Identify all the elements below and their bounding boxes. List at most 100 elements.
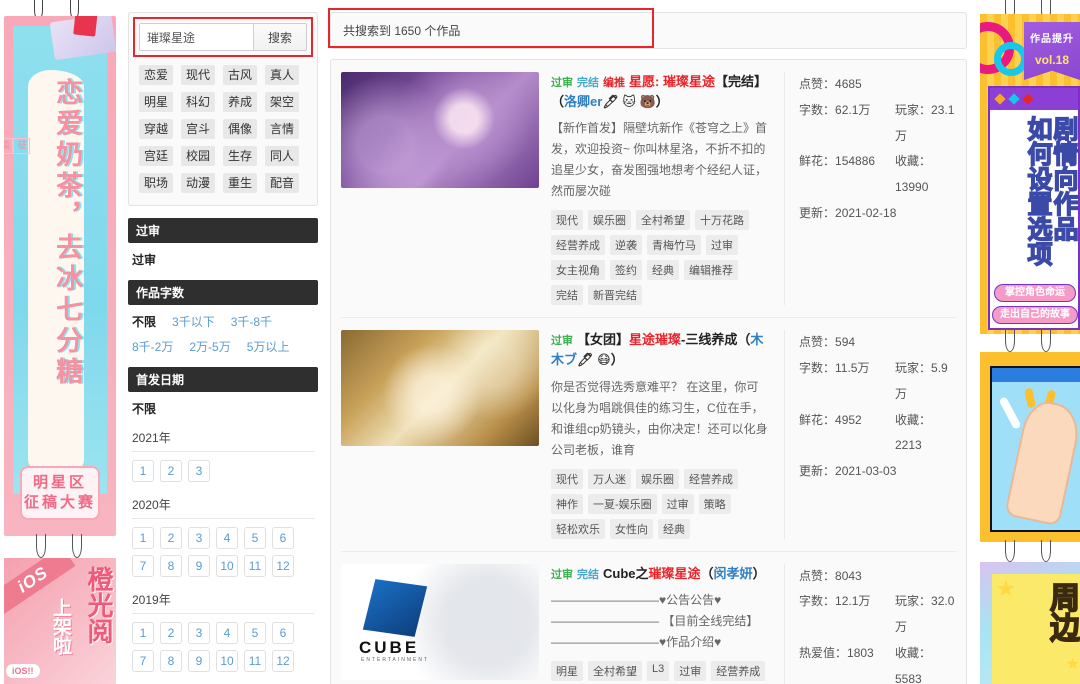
card-tag[interactable]: 现代: [551, 468, 583, 489]
filter-option-wordcount[interactable]: 5万以上: [247, 338, 290, 355]
card-tag[interactable]: 签约: [610, 260, 642, 281]
month-button[interactable]: 3: [188, 460, 210, 482]
tag-chip[interactable]: 古风: [223, 65, 257, 85]
month-button[interactable]: 5: [244, 622, 266, 644]
tag-chip[interactable]: 同人: [265, 146, 299, 166]
tag-chip[interactable]: 宫廷: [139, 146, 173, 166]
card-tag[interactable]: 经营养成: [711, 660, 766, 681]
month-button[interactable]: 9: [188, 555, 210, 577]
tag-chip[interactable]: 重生: [223, 173, 257, 193]
month-button[interactable]: 3: [188, 527, 210, 549]
card-tag[interactable]: 全村希望: [636, 210, 690, 231]
month-button[interactable]: 5: [244, 527, 266, 549]
card-tag[interactable]: 娱乐圈: [636, 468, 679, 489]
card-tag[interactable]: 编辑推荐: [684, 260, 738, 281]
card-tag[interactable]: 经典: [658, 518, 690, 539]
tag-chip[interactable]: 宫斗: [181, 119, 215, 139]
search-button[interactable]: 搜索: [253, 23, 307, 51]
result-card[interactable]: 过审 【女团】星途璀璨-三线养成（木木ブ🖊 😷） 你是否觉得选秀意难平？ 在这里，…: [341, 318, 956, 552]
card-title[interactable]: 过审 【女团】星途璀璨-三线养成（木木ブ🖊 😷）: [551, 330, 768, 370]
month-button[interactable]: 11: [244, 650, 266, 672]
month-button[interactable]: 1: [132, 460, 154, 482]
filter-option-date-any[interactable]: 不限: [132, 400, 156, 417]
month-button[interactable]: 8: [160, 650, 182, 672]
month-button[interactable]: 7: [132, 650, 154, 672]
tag-chip[interactable]: 配音: [265, 173, 299, 193]
right-ad-merch-banner[interactable]: 周边 ★ ★: [980, 562, 1080, 684]
month-button[interactable]: 3: [188, 622, 210, 644]
tag-chip[interactable]: 偶像: [223, 119, 257, 139]
filter-option-wordcount[interactable]: 3千以下: [172, 313, 215, 330]
month-button[interactable]: 9: [188, 650, 210, 672]
month-button[interactable]: 12: [272, 555, 294, 577]
left-ad-poster[interactable]: 恋爱奶茶，去冰七分糖 征 稿 大 赛 明星区 征稿大赛: [4, 16, 116, 536]
filter-option-wordcount[interactable]: 2万-5万: [189, 338, 230, 355]
month-button[interactable]: 1: [132, 527, 154, 549]
card-tag[interactable]: 过审: [661, 493, 694, 514]
card-tag[interactable]: 一夏-娱乐圈: [588, 493, 657, 514]
tag-chip[interactable]: 言情: [265, 119, 299, 139]
card-tag[interactable]: 逆袭: [610, 235, 642, 256]
tag-chip[interactable]: 校园: [181, 146, 215, 166]
card-tag[interactable]: 过审: [674, 660, 707, 681]
month-button[interactable]: 2: [160, 622, 182, 644]
card-tag[interactable]: 全村希望: [588, 660, 642, 681]
month-button[interactable]: 2: [160, 527, 182, 549]
card-tag[interactable]: 完结: [551, 285, 583, 306]
filter-option-wordcount[interactable]: 3千-8千: [231, 313, 272, 330]
card-tag[interactable]: 女性向: [610, 518, 653, 539]
right-ad-poster[interactable]: 作品提升 vol.18 剧情向作品 如何设置选项 掌控角色命运 走出自己的故事: [980, 14, 1080, 334]
tag-chip[interactable]: 生存: [223, 146, 257, 166]
month-button[interactable]: 1: [132, 622, 154, 644]
tag-chip[interactable]: 职场: [139, 173, 173, 193]
filter-option-wordcount[interactable]: 8千-2万: [132, 338, 173, 355]
card-tag[interactable]: 过审: [706, 235, 738, 256]
month-button[interactable]: 2: [160, 460, 182, 482]
month-button[interactable]: 4: [216, 622, 238, 644]
tag-chip[interactable]: 科幻: [181, 92, 215, 112]
tag-chip[interactable]: 真人: [265, 65, 299, 85]
filter-option-review[interactable]: 过审: [132, 251, 156, 268]
month-button[interactable]: 11: [244, 555, 266, 577]
right-ad-banner[interactable]: 作品提升 vol.18 剧情向作品 如何设置选项 掌控角色命运 走出自己的故事: [975, 0, 1080, 684]
month-button[interactable]: 10: [216, 650, 238, 672]
tag-chip[interactable]: 现代: [181, 65, 215, 85]
card-tag[interactable]: 经营养成: [551, 235, 605, 256]
card-thumbnail[interactable]: CUBE ENTERTAINMENT: [341, 563, 539, 680]
result-card[interactable]: CUBE ENTERTAINMENT 过审 完结 Cube之璀璨星途（闵孝妍） ——…: [341, 552, 956, 684]
card-tag[interactable]: 新晋完结: [588, 285, 642, 306]
card-tag[interactable]: 经营养成: [684, 468, 738, 489]
card-tag[interactable]: L3: [647, 660, 670, 681]
card-thumbnail[interactable]: [341, 72, 539, 188]
search-input[interactable]: [139, 23, 253, 51]
month-button[interactable]: 8: [160, 555, 182, 577]
result-card[interactable]: 过审 完结 编推 星愿: 璀璨星途【完结】（洛卿er🖊 🐱 🐻） 【新作首发】隔壁坑新…: [341, 60, 956, 319]
card-tag[interactable]: 女主视角: [551, 260, 605, 281]
card-tag[interactable]: 现代: [551, 210, 583, 231]
month-button[interactable]: 10: [216, 555, 238, 577]
filter-option-wordcount[interactable]: 不限: [132, 313, 156, 330]
month-button[interactable]: 12: [272, 650, 294, 672]
tag-chip[interactable]: 明星: [139, 92, 173, 112]
month-button[interactable]: 7: [132, 555, 154, 577]
card-title[interactable]: 过审 完结 Cube之璀璨星途（闵孝妍）: [551, 564, 768, 584]
card-tag[interactable]: 青梅竹马: [647, 235, 701, 256]
card-tag[interactable]: 轻松欢乐: [551, 518, 605, 539]
card-tag[interactable]: 经典: [647, 260, 679, 281]
card-title[interactable]: 过审 完结 编推 星愿: 璀璨星途【完结】（洛卿er🖊 🐱 🐻）: [551, 72, 768, 112]
card-tag[interactable]: 神作: [551, 493, 583, 514]
card-author[interactable]: 闵孝妍: [714, 566, 753, 581]
card-tag[interactable]: 娱乐圈: [588, 210, 631, 231]
card-tag[interactable]: 明星: [551, 660, 583, 681]
tag-chip[interactable]: 穿越: [139, 119, 173, 139]
month-button[interactable]: 6: [272, 622, 294, 644]
ios-promo-banner[interactable]: iOS 橙光阅 上架啦 iOS!!: [4, 558, 116, 684]
left-ad-cta-button[interactable]: 明星区 征稿大赛: [20, 466, 100, 520]
month-button[interactable]: 6: [272, 527, 294, 549]
card-thumbnail[interactable]: [341, 330, 539, 447]
month-button[interactable]: 4: [216, 527, 238, 549]
card-tag[interactable]: 万人迷: [588, 468, 631, 489]
tag-chip[interactable]: 架空: [265, 92, 299, 112]
right-ad-hand-banner[interactable]: [980, 352, 1080, 542]
tag-chip[interactable]: 养成: [223, 92, 257, 112]
